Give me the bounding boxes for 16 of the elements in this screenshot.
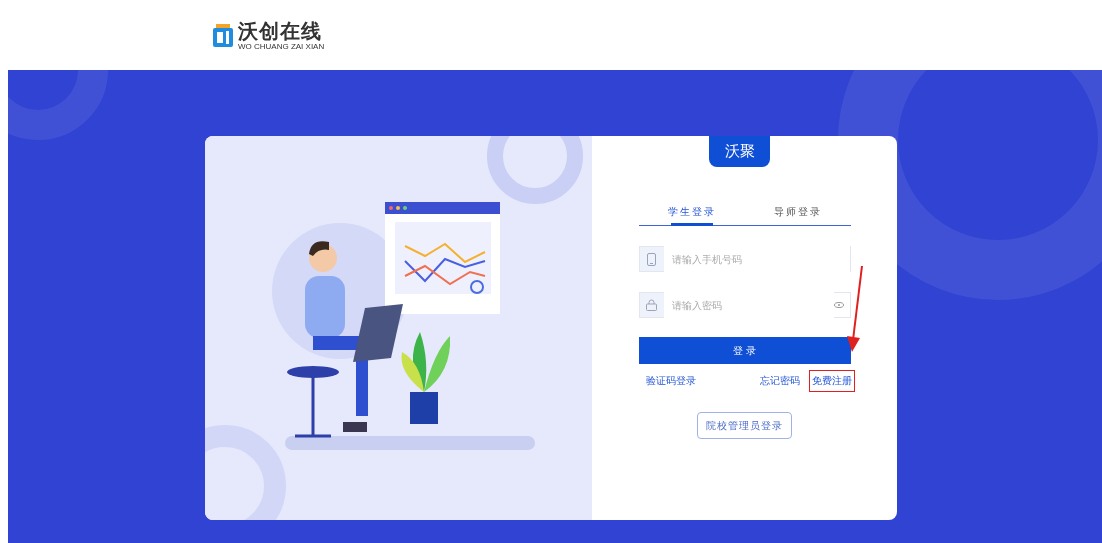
eye-icon[interactable] <box>833 302 844 308</box>
logo-subtitle: WO CHUANG ZAI XIAN <box>238 41 325 51</box>
phone-icon <box>647 252 656 266</box>
brand-badge: 沃聚 <box>709 136 770 167</box>
login-button[interactable]: 登 录 <box>638 337 851 364</box>
login-tab[interactable]: 学生登录 <box>638 205 745 225</box>
text-link[interactable]: 免费注册 <box>808 370 855 392</box>
logo-title: 沃创在线 <box>238 19 323 42</box>
input-field[interactable]: 请输入密码 <box>638 292 851 318</box>
text-input[interactable]: 请输入密码 <box>663 292 834 318</box>
login-tab[interactable]: 导师登录 <box>744 205 851 225</box>
logo-icon <box>212 22 234 48</box>
admin-login-button[interactable]: 院校管理员登录 <box>697 412 792 439</box>
lock-icon <box>646 299 657 311</box>
text-link[interactable]: 忘记密码 <box>756 370 803 392</box>
text-link[interactable]: 验证码登录 <box>642 370 699 392</box>
